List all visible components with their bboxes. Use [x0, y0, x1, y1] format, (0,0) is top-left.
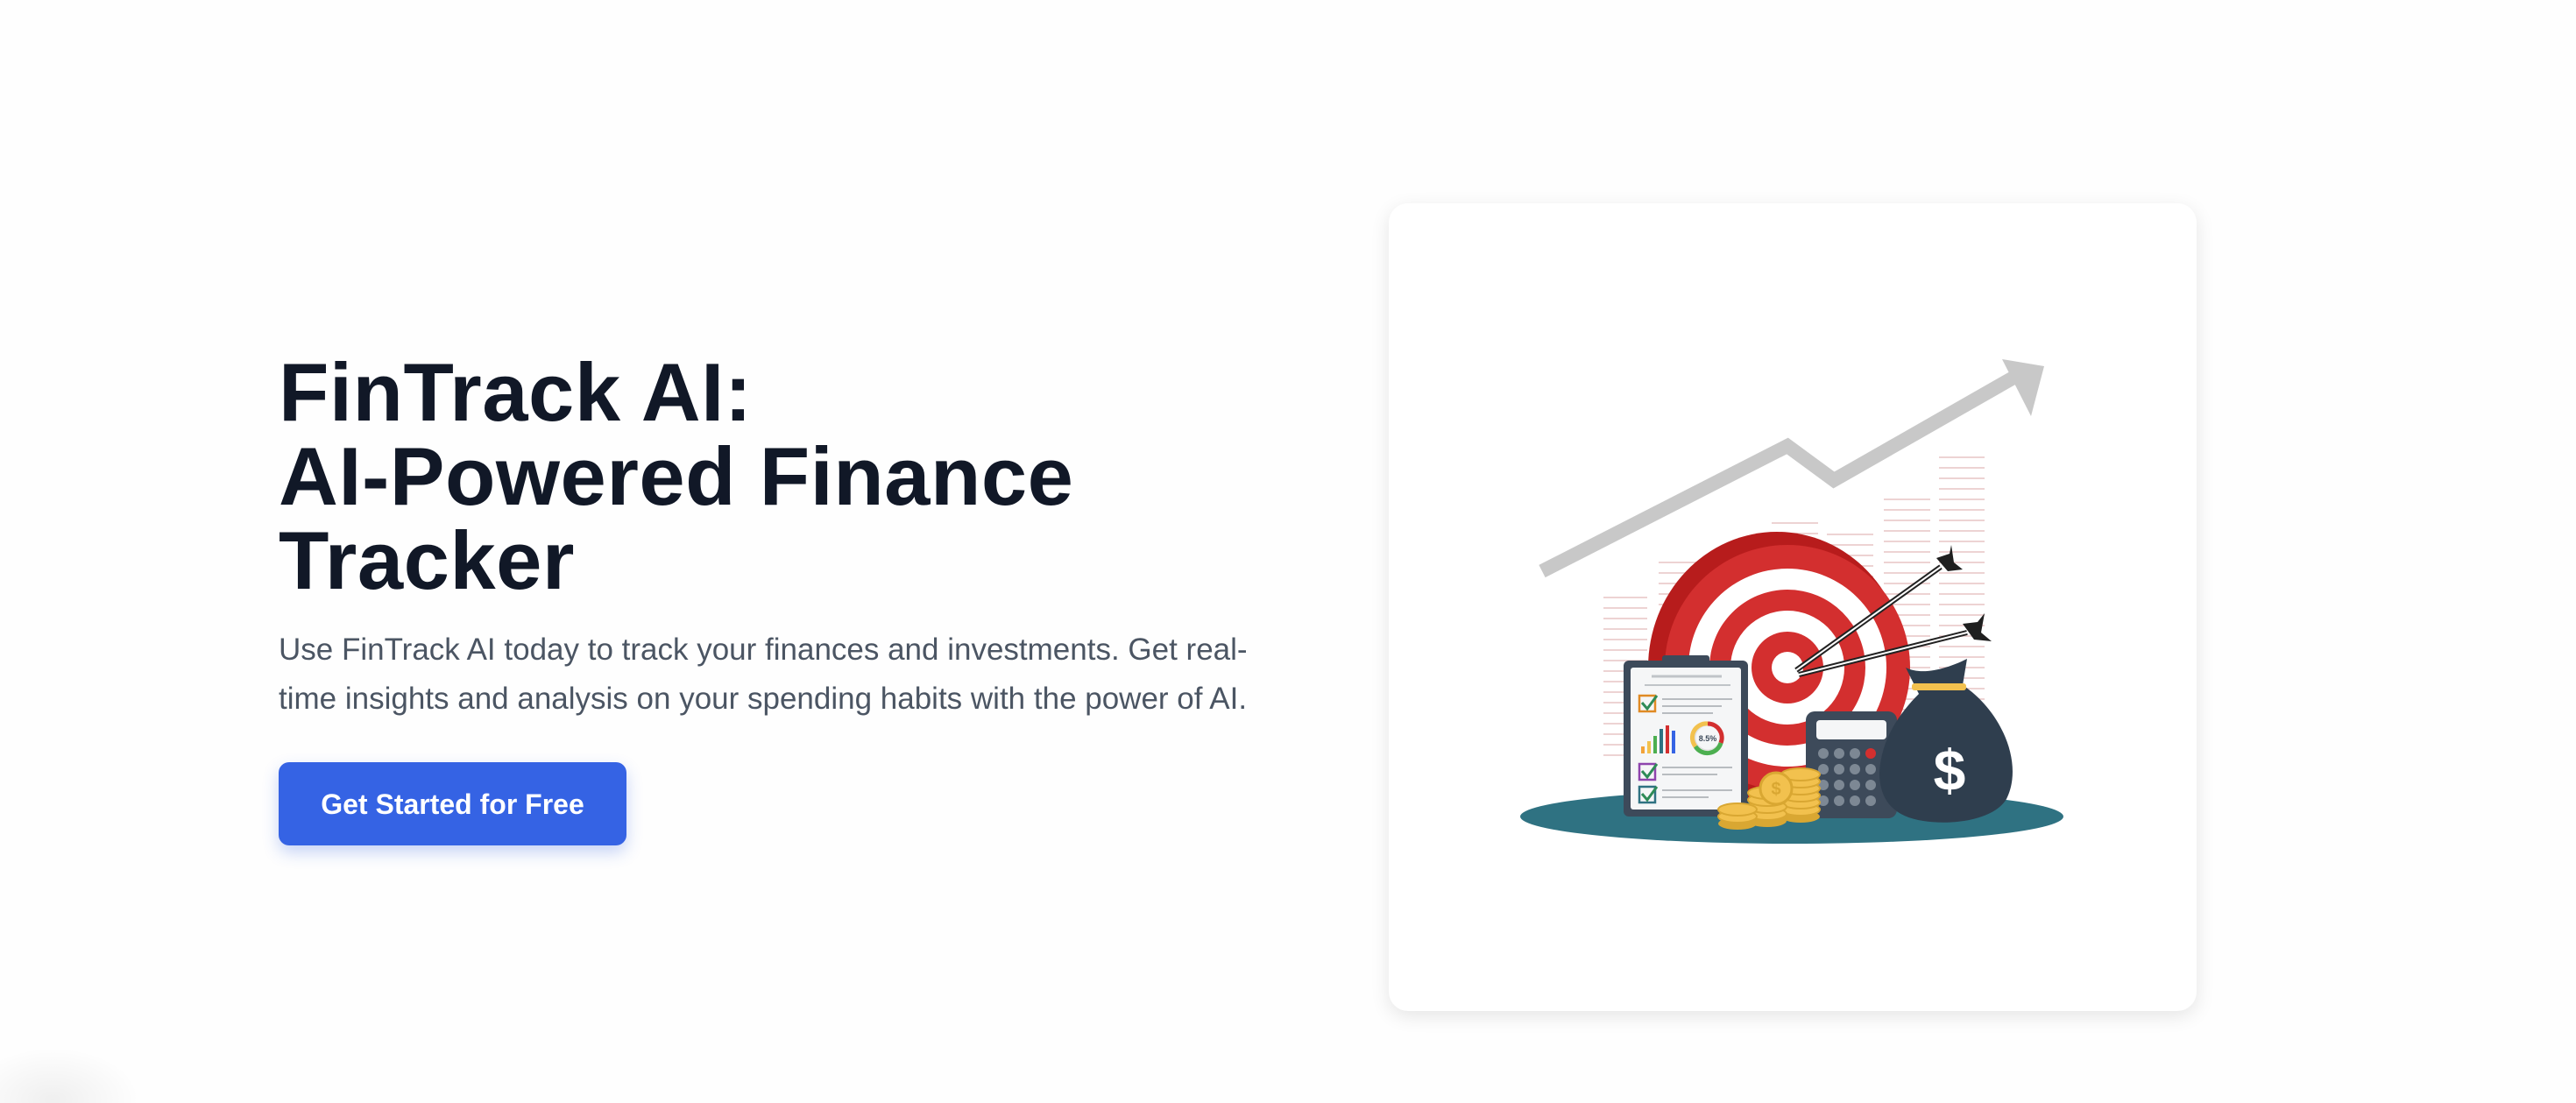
get-started-button[interactable]: Get Started for Free	[279, 762, 626, 845]
hero-title-line-2: AI-Powered Finance	[279, 430, 1074, 522]
coin-stack-left	[1717, 803, 1758, 830]
hero-section: FinTrack AI: AI-Powered Finance Tracker …	[279, 350, 1313, 845]
illustration-card: 8.5% $ $	[1389, 203, 2197, 1011]
coin-dollar-icon: $	[1771, 780, 1780, 799]
corner-shadow	[0, 1047, 140, 1103]
hero-title: FinTrack AI: AI-Powered Finance Tracker	[279, 350, 1313, 603]
landing-page: FinTrack AI: AI-Powered Finance Tracker …	[0, 0, 2576, 1103]
hero-title-line-1: FinTrack AI:	[279, 346, 753, 438]
dollar-icon: $	[1934, 738, 1966, 803]
finance-goal-illustration: 8.5% $ $	[1520, 359, 2063, 844]
hero-subtitle: Use FinTrack AI today to track your fina…	[279, 633, 1248, 716]
hero-title-line-3: Tracker	[279, 514, 576, 606]
report-badge: 8.5%	[1699, 734, 1717, 743]
report-clipboard: 8.5%	[1624, 655, 1748, 817]
standing-coin: $	[1759, 771, 1794, 806]
